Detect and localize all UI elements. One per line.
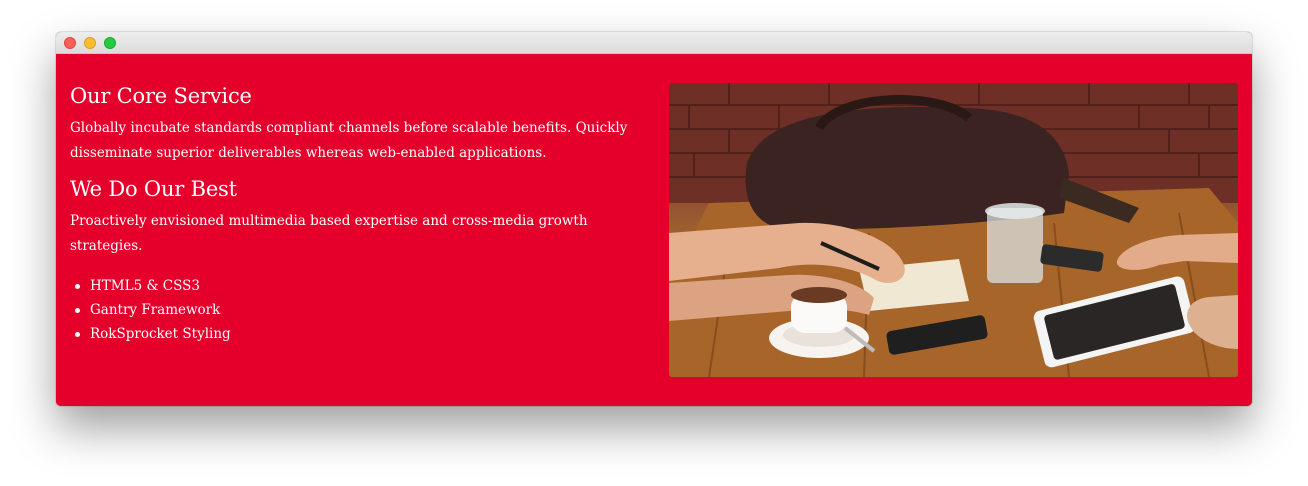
feature-item: RokSprocket Styling bbox=[70, 322, 640, 346]
section-heading-do-our-best: We Do Our Best bbox=[70, 177, 237, 201]
text-column: Our Core Service Globally incubate stand… bbox=[70, 82, 640, 346]
feature-item: Gantry Framework bbox=[70, 298, 640, 322]
close-window-button[interactable] bbox=[64, 37, 76, 49]
feature-item: HTML5 & CSS3 bbox=[70, 274, 640, 298]
zoom-window-button[interactable] bbox=[104, 37, 116, 49]
minimize-window-button[interactable] bbox=[84, 37, 96, 49]
window-titlebar bbox=[56, 32, 1252, 54]
do-our-best-description: Proactively envisioned multimedia based … bbox=[70, 213, 588, 254]
core-service-section: Our Core Service Globally incubate stand… bbox=[56, 54, 1252, 406]
feature-list: HTML5 & CSS3 Gantry Framework RokSprocke… bbox=[70, 274, 640, 346]
meeting-table-photo bbox=[669, 83, 1238, 377]
browser-window: Our Core Service Globally incubate stand… bbox=[56, 32, 1252, 406]
core-service-description: Globally incubate standards compliant ch… bbox=[70, 120, 628, 161]
section-heading-core-service: Our Core Service bbox=[70, 84, 252, 108]
